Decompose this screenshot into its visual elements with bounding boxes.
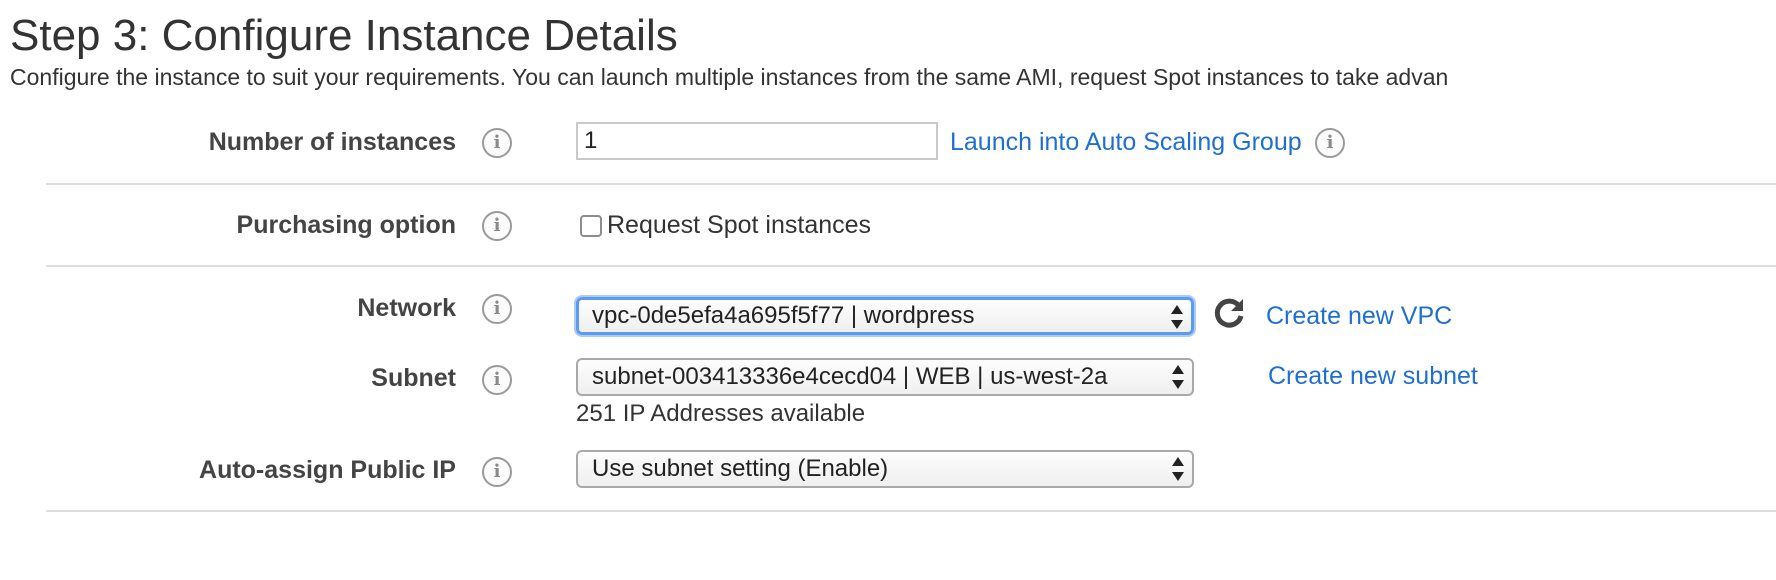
info-icon[interactable]: i — [482, 365, 512, 395]
request-spot-checkbox[interactable] — [580, 215, 602, 237]
select-arrows-icon — [1172, 365, 1184, 389]
auto-assign-public-ip-label: Auto-assign Public IP — [199, 456, 456, 484]
info-icon[interactable]: i — [482, 128, 512, 158]
divider — [46, 510, 1776, 512]
number-of-instances-input[interactable] — [576, 122, 938, 160]
subnet-select[interactable]: subnet-003413336e4cecd04 | WEB | us-west… — [576, 358, 1194, 396]
purchasing-option-label: Purchasing option — [236, 211, 456, 239]
info-icon[interactable]: i — [482, 294, 512, 324]
info-icon[interactable]: i — [482, 211, 512, 241]
divider — [46, 183, 1776, 185]
page-title: Step 3: Configure Instance Details — [10, 11, 678, 60]
select-arrows-icon — [1172, 457, 1184, 481]
network-select-value: vpc-0de5efa4a695f5f77 | wordpress — [592, 302, 975, 329]
select-arrows-icon — [1171, 305, 1183, 329]
ip-addresses-available: 251 IP Addresses available — [576, 400, 866, 427]
refresh-icon[interactable] — [1212, 296, 1246, 330]
launch-into-asg-link[interactable]: Launch into Auto Scaling Group — [950, 125, 1302, 159]
network-select[interactable]: vpc-0de5efa4a695f5f77 | wordpress — [576, 297, 1194, 335]
subnet-label: Subnet — [371, 364, 456, 392]
divider — [46, 265, 1776, 267]
request-spot-label[interactable]: Request Spot instances — [607, 208, 871, 242]
create-new-subnet-link[interactable]: Create new subnet — [1268, 359, 1478, 393]
auto-assign-public-ip-select[interactable]: Use subnet setting (Enable) — [576, 450, 1194, 488]
info-icon[interactable]: i — [482, 457, 512, 487]
subnet-select-value: subnet-003413336e4cecd04 | WEB | us-west… — [592, 363, 1108, 390]
info-icon[interactable]: i — [1315, 128, 1345, 158]
network-label: Network — [357, 294, 456, 322]
page-description: Configure the instance to suit your requ… — [10, 64, 1449, 90]
create-new-vpc-link[interactable]: Create new VPC — [1266, 299, 1452, 333]
number-of-instances-label: Number of instances — [208, 128, 456, 156]
auto-assign-public-ip-value: Use subnet setting (Enable) — [592, 455, 889, 482]
